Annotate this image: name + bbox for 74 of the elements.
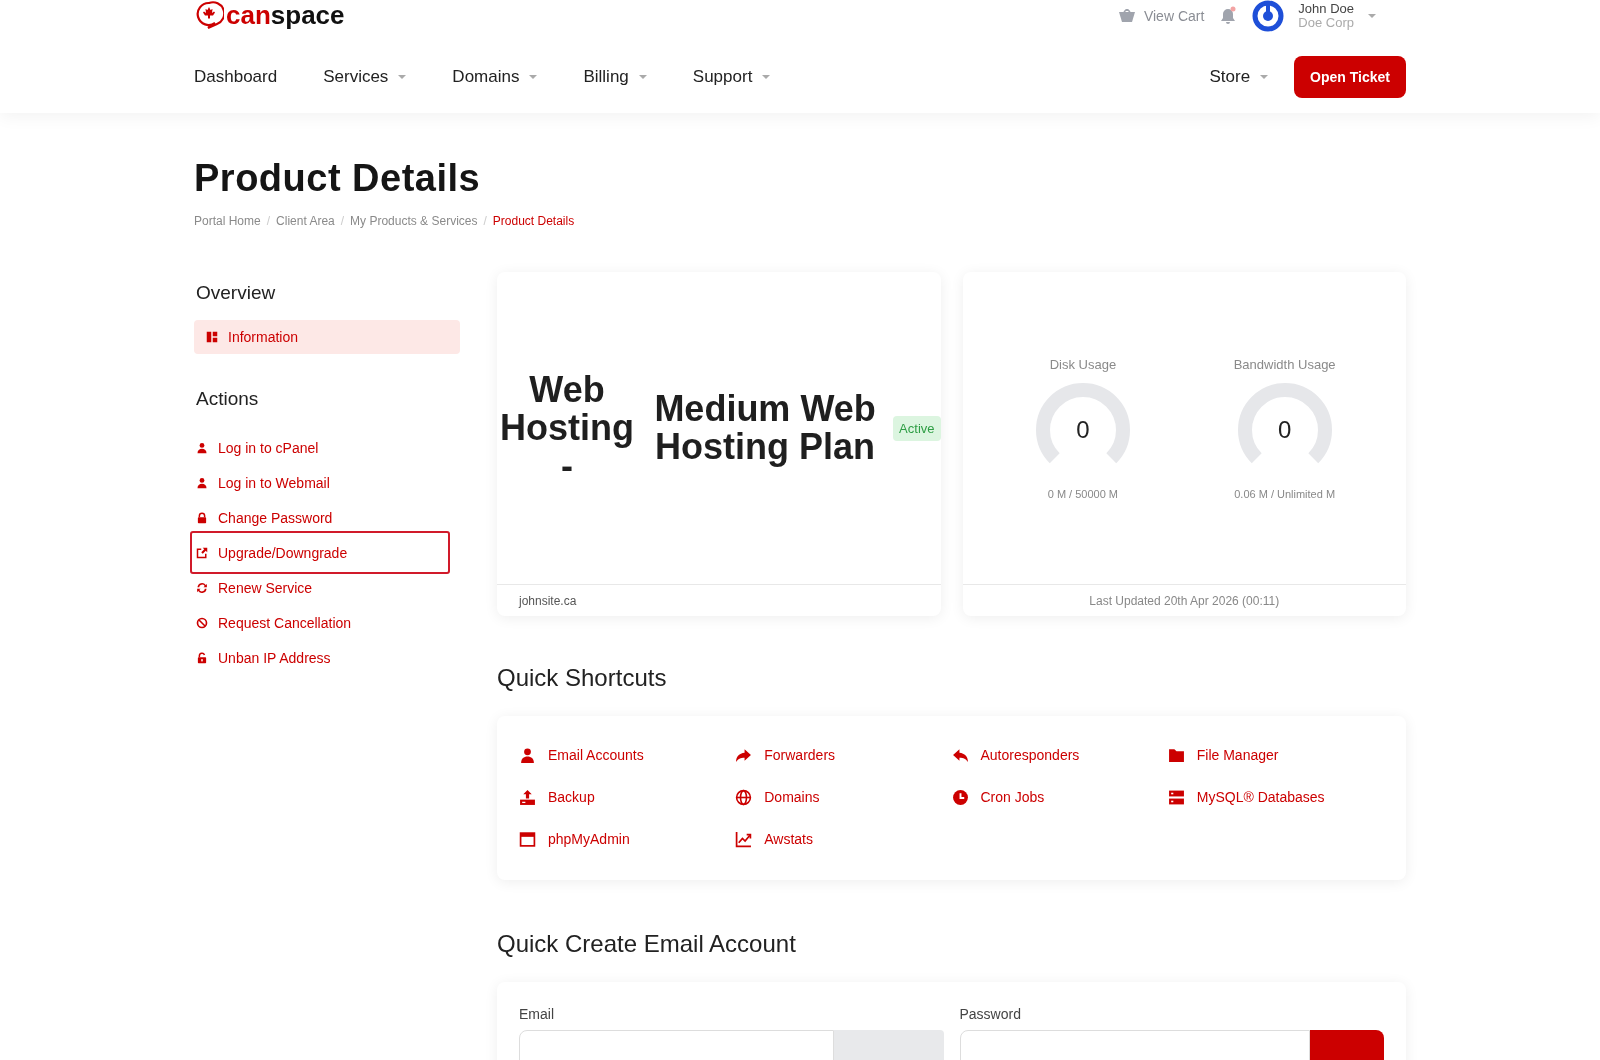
action-link[interactable]: Log in to Webmail <box>190 465 450 500</box>
breadcrumb-link[interactable]: Client Area <box>276 214 335 228</box>
ban-icon <box>196 616 208 629</box>
shortcut-link[interactable]: Domains <box>735 786 952 808</box>
maple-leaf-logo-icon <box>194 0 224 30</box>
open-ticket-button[interactable]: Open Ticket <box>1294 55 1406 98</box>
user-icon <box>196 441 208 454</box>
nav-link[interactable]: Support <box>692 66 771 87</box>
section-title: Actions <box>196 388 260 410</box>
breadcrumb-link[interactable]: Product Details <box>492 214 575 228</box>
server-icon <box>1167 788 1185 806</box>
shortcut-link[interactable]: phpMyAdmin <box>519 828 736 850</box>
nav-link[interactable]: Dashboard <box>194 66 278 87</box>
sidebar-item[interactable]: Information <box>194 320 460 354</box>
status-badge: Active <box>893 415 941 441</box>
gauge-title: Bandwidth Usage <box>1233 356 1336 372</box>
clock-icon <box>951 788 969 806</box>
external-icon <box>196 546 208 559</box>
grid-icon <box>206 331 218 343</box>
company-name: Doe Corp <box>1298 16 1354 30</box>
breadcrumb-link[interactable]: Portal Home <box>194 214 261 228</box>
gauge-value: 0 <box>1277 415 1292 444</box>
shortcut-link[interactable]: Forwarders <box>735 744 952 766</box>
upload-icon <box>519 788 536 806</box>
action-link[interactable]: Unban IP Address <box>190 640 450 675</box>
shortcut-link[interactable]: Backup <box>519 786 736 808</box>
section-title: Quick Create Email Account <box>497 930 797 958</box>
nav-link[interactable]: Billing <box>583 66 647 87</box>
brand-name[interactable]: canspace <box>226 3 345 27</box>
folder-icon <box>1167 746 1185 764</box>
email-field[interactable] <box>519 1030 834 1060</box>
nav-link[interactable]: Services <box>323 66 407 87</box>
field-label: Email <box>519 1006 555 1022</box>
basket-icon <box>1117 9 1136 23</box>
breadcrumb-separator: / <box>340 214 345 228</box>
sync-icon <box>196 581 208 594</box>
store-menu[interactable]: Store <box>1209 66 1269 87</box>
chart-icon <box>735 830 753 848</box>
nav-link[interactable]: Domains <box>452 66 538 87</box>
globe-icon <box>735 788 753 806</box>
avatar-icon[interactable] <box>1252 0 1285 32</box>
shortcut-link[interactable]: MySQL® Databases <box>1167 786 1384 808</box>
shortcut-link[interactable]: Awstats <box>735 828 952 850</box>
user-name[interactable]: John Doe <box>1298 2 1354 16</box>
gauge-title: Disk Usage <box>1049 356 1117 372</box>
last-updated-text: Last Updated 20th Apr 2026 (00:11) <box>1089 593 1280 608</box>
user-icon <box>196 476 208 489</box>
shortcut-link[interactable]: Autoresponders <box>951 744 1168 766</box>
product-name: Medium Web Hosting Plan <box>653 390 877 466</box>
unlock-icon <box>196 651 208 664</box>
action-link[interactable]: Request Cancellation <box>190 605 450 640</box>
caret-icon[interactable] <box>1368 14 1376 18</box>
usage-reading: 0 M / 50000 M <box>1047 487 1119 500</box>
breadcrumb-separator: / <box>483 214 487 228</box>
breadcrumb-link[interactable]: My Products & Services <box>350 214 478 228</box>
lock-icon <box>196 511 208 524</box>
user-icon <box>519 746 536 764</box>
domain-text: johnsite.ca <box>519 593 577 608</box>
product-group: Web Hosting - <box>497 371 637 485</box>
page-title: Product Details <box>194 157 482 200</box>
shortcut-link[interactable]: Email Accounts <box>519 744 736 766</box>
action-link[interactable]: Upgrade/Downgrade <box>190 531 450 574</box>
shortcut-link[interactable]: Cron Jobs <box>951 786 1168 808</box>
section-title: Overview <box>196 282 277 304</box>
field-label: Password <box>959 1006 1022 1022</box>
view-cart-link[interactable]: View Cart <box>1117 8 1205 24</box>
usage-reading: 0.06 M / Unlimited M <box>1234 487 1336 500</box>
window-icon <box>519 830 536 848</box>
section-title: Quick Shortcuts <box>497 664 668 692</box>
gauge-value: 0 <box>1076 415 1090 444</box>
breadcrumb-separator: / <box>266 214 271 228</box>
shortcut-link[interactable]: File Manager <box>1167 744 1384 766</box>
password-field[interactable] <box>959 1030 1310 1060</box>
action-link[interactable]: Log in to cPanel <box>190 430 450 465</box>
